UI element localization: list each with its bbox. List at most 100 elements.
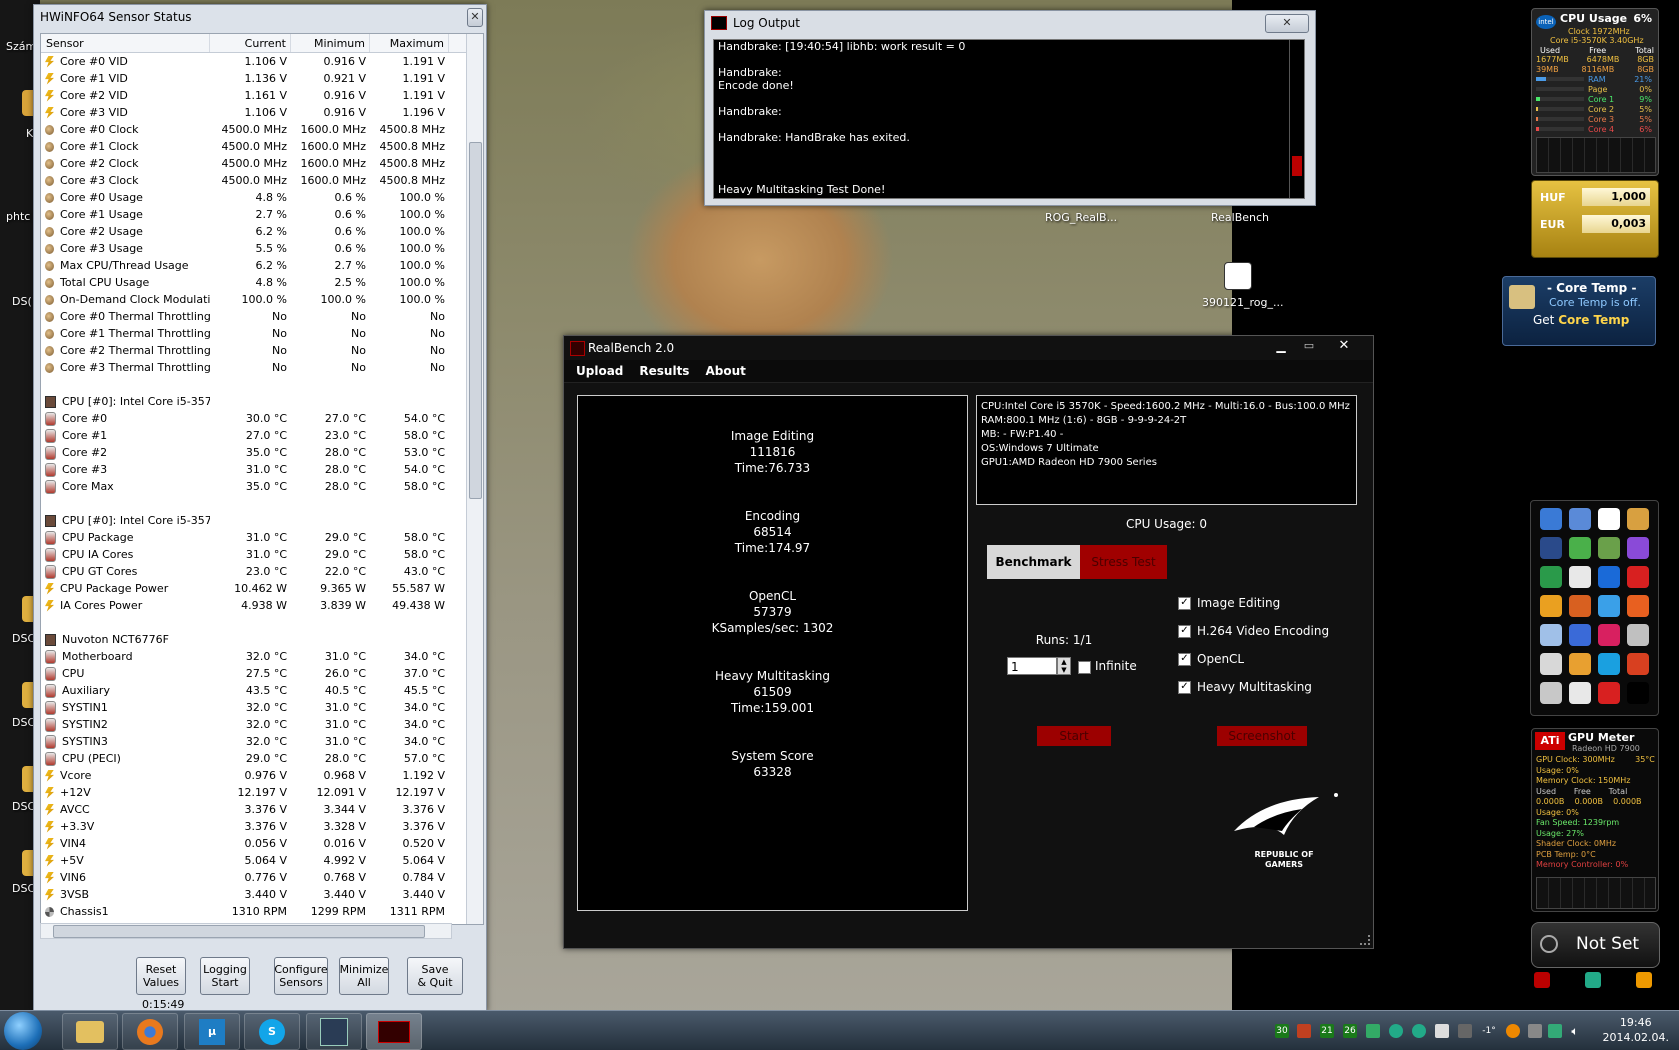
tray-weather[interactable]: -1° xyxy=(1478,1024,1500,1038)
taskbar-hwinfo[interactable] xyxy=(306,1013,362,1050)
volume-icon[interactable]: 🔈︎ xyxy=(1568,1024,1582,1038)
currency-code[interactable]: EUR xyxy=(1540,218,1565,231)
table-row[interactable]: Core #1 Thermal Throttling No No No xyxy=(41,325,483,342)
shutdown-icon[interactable] xyxy=(1534,972,1550,988)
launcher-app-icon[interactable] xyxy=(1627,682,1649,704)
table-row[interactable]: Core Max 35.0 °C 28.0 °C 58.0 °C xyxy=(41,478,483,495)
table-row[interactable]: CPU Package 31.0 °C 29.0 °C 58.0 °C xyxy=(41,529,483,546)
menu-upload[interactable]: Upload xyxy=(576,364,623,378)
desktop-icon-rog-file[interactable]: 390121_rog_... xyxy=(1202,296,1283,309)
launcher-app-icon[interactable] xyxy=(1627,624,1649,646)
checkbox-checked-icon[interactable]: ✓ xyxy=(1178,596,1191,610)
vertical-scrollbar[interactable] xyxy=(466,34,483,924)
taskbar-firefox[interactable] xyxy=(122,1013,178,1050)
desktop-icon-label[interactable]: DSC xyxy=(12,716,35,729)
launcher-app-icon[interactable] xyxy=(1569,653,1591,675)
tray-app-icon[interactable] xyxy=(1412,1024,1426,1038)
table-row[interactable]: SYSTIN3 32.0 °C 31.0 °C 34.0 °C xyxy=(41,733,483,750)
desktop-icon-label[interactable]: DSC xyxy=(12,800,35,813)
resize-grip[interactable] xyxy=(1360,935,1370,945)
table-row[interactable]: Core #2 35.0 °C 28.0 °C 53.0 °C xyxy=(41,444,483,461)
launcher-app-icon[interactable] xyxy=(1540,595,1562,617)
table-row[interactable]: Total CPU Usage 4.8 % 2.5 % 100.0 % xyxy=(41,274,483,291)
desktop-icon-label[interactable]: DSC xyxy=(12,632,35,645)
launcher-app-icon[interactable] xyxy=(1569,537,1591,559)
launcher-app-icon[interactable] xyxy=(1627,566,1649,588)
start-button[interactable]: Start xyxy=(1037,726,1111,746)
table-row[interactable]: +5V 5.064 V 4.992 V 5.064 V xyxy=(41,852,483,869)
settings-icon[interactable] xyxy=(1585,972,1601,988)
maximize-button[interactable]: ▭ xyxy=(1298,339,1320,355)
launcher-app-icon[interactable] xyxy=(1540,566,1562,588)
launcher-app-icon[interactable] xyxy=(1569,595,1591,617)
scrollbar-thumb[interactable] xyxy=(53,925,425,938)
launcher-app-icon[interactable] xyxy=(1540,624,1562,646)
table-row[interactable]: CPU Package Power 10.462 W 9.365 W 55.587 W xyxy=(41,580,483,597)
launcher-app-icon[interactable] xyxy=(1598,624,1620,646)
table-row[interactable]: IA Cores Power 4.938 W 3.839 W 49.438 W xyxy=(41,597,483,614)
core-temp-gadget[interactable]: - Core Temp - Core Temp is off. Get Core… xyxy=(1502,276,1656,346)
table-row[interactable]: On-Demand Clock Modulation 100.0 % 100.0 %… xyxy=(41,291,483,308)
tray-app-icon[interactable] xyxy=(1389,1024,1403,1038)
table-row[interactable]: Core #1 27.0 °C 23.0 °C 58.0 °C xyxy=(41,427,483,444)
checkbox-checked-icon[interactable]: ✓ xyxy=(1178,624,1191,638)
table-row[interactable]: CPU IA Cores 31.0 °C 29.0 °C 58.0 °C xyxy=(41,546,483,563)
taskbar-realbench[interactable] xyxy=(366,1013,422,1050)
table-row[interactable]: 3VSB 3.440 V 3.440 V 3.440 V xyxy=(41,886,483,903)
table-row[interactable]: Core #3 Usage 5.5 % 0.6 % 100.0 % xyxy=(41,240,483,257)
table-row[interactable]: CPU (PECI) 29.0 °C 28.0 °C 57.0 °C xyxy=(41,750,483,767)
table-row[interactable]: +3.3V 3.376 V 3.328 V 3.376 V xyxy=(41,818,483,835)
screenshot-button[interactable]: Screenshot xyxy=(1217,726,1307,746)
launcher-app-icon[interactable] xyxy=(1569,508,1591,530)
table-row[interactable]: Core #1 VID 1.136 V 0.921 V 1.191 V xyxy=(41,70,483,87)
launcher-app-icon[interactable] xyxy=(1598,566,1620,588)
tray-network-icon[interactable] xyxy=(1366,1024,1380,1038)
launcher-app-icon[interactable] xyxy=(1540,508,1562,530)
save-quit-button[interactable]: Save & Quit xyxy=(407,957,463,995)
desktop-icon-label[interactable]: DSC xyxy=(12,882,35,895)
table-row[interactable]: AVCC 3.376 V 3.344 V 3.376 V xyxy=(41,801,483,818)
table-row[interactable]: CPU GT Cores 23.0 °C 22.0 °C 43.0 °C xyxy=(41,563,483,580)
log-text-area[interactable]: Handbrake: [19:40:54] libhb: work result… xyxy=(713,39,1305,199)
configure-sensors-button[interactable]: Configure Sensors xyxy=(274,957,328,995)
check-heavy-multitasking[interactable]: ✓ Heavy Multitasking xyxy=(1178,680,1312,694)
taskbar-utorrent[interactable]: µ xyxy=(184,1013,240,1050)
scrollbar-thumb[interactable] xyxy=(469,142,482,499)
tray-flag-icon[interactable] xyxy=(1435,1024,1449,1038)
tray-temp-core[interactable]: 21 xyxy=(1320,1024,1334,1038)
tray-app-icon[interactable] xyxy=(1506,1024,1520,1038)
close-button[interactable]: ✕ xyxy=(1265,14,1309,33)
launcher-app-icon[interactable] xyxy=(1569,566,1591,588)
tray-huawei-icon[interactable] xyxy=(1297,1024,1311,1038)
not-set-gadget[interactable]: Not Set xyxy=(1531,922,1660,968)
launcher-app-icon[interactable] xyxy=(1627,595,1649,617)
table-row[interactable] xyxy=(41,495,483,512)
table-row[interactable]: Core #2 Clock 4500.0 MHz 1600.0 MHz 4500.8 … xyxy=(41,155,483,172)
taskbar-explorer[interactable] xyxy=(62,1013,118,1050)
tray-network-icon[interactable] xyxy=(1548,1024,1562,1038)
table-row[interactable]: SYSTIN2 32.0 °C 31.0 °C 34.0 °C xyxy=(41,716,483,733)
horizontal-scrollbar[interactable] xyxy=(40,923,452,939)
core-temp-link[interactable]: Get Core Temp xyxy=(1533,313,1629,327)
launcher-app-icon[interactable] xyxy=(1569,682,1591,704)
column-header-sensor[interactable]: Sensor xyxy=(41,34,210,52)
table-row[interactable]: Core #1 Clock 4500.0 MHz 1600.0 MHz 4500.8 … xyxy=(41,138,483,155)
launcher-app-icon[interactable] xyxy=(1598,508,1620,530)
cpu-usage-gadget[interactable]: intel CPU Usage 6% Clock 1972MHz Core i5… xyxy=(1531,8,1659,176)
reset-values-button[interactable]: Reset Values xyxy=(136,957,186,995)
currency-code[interactable]: HUF xyxy=(1540,191,1566,204)
launcher-app-icon[interactable] xyxy=(1627,508,1649,530)
launcher-app-icon[interactable] xyxy=(1598,537,1620,559)
table-row[interactable]: +12V 12.197 V 12.091 V 12.197 V xyxy=(41,784,483,801)
realbench-titlebar[interactable]: RealBench 2.0 xyxy=(564,336,1373,360)
tray-temp-core[interactable]: 26 xyxy=(1343,1024,1357,1038)
desktop-icon-rog-realbench[interactable]: ROG_RealB... xyxy=(1045,211,1117,224)
launcher-app-icon[interactable] xyxy=(1598,595,1620,617)
tray-app-icon[interactable] xyxy=(1458,1024,1472,1038)
table-row[interactable]: Max CPU/Thread Usage 6.2 % 2.7 % 100.0 % xyxy=(41,257,483,274)
launcher-app-icon[interactable] xyxy=(1540,653,1562,675)
table-row[interactable]: Core #1 Usage 2.7 % 0.6 % 100.0 % xyxy=(41,206,483,223)
sensor-group-header[interactable]: CPU [#0]: Intel Core i5-357... xyxy=(41,393,483,410)
checkbox-checked-icon[interactable]: ✓ xyxy=(1178,652,1191,666)
table-row[interactable]: Core #3 Clock 4500.0 MHz 1600.0 MHz 4500.8 … xyxy=(41,172,483,189)
